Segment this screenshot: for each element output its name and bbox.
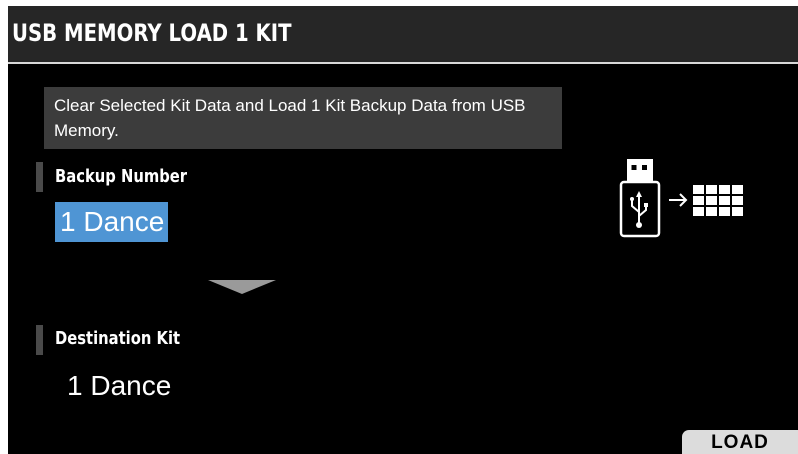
destination-kit-value[interactable]: 1 Dance: [67, 366, 171, 406]
destination-label-marker: [36, 325, 43, 355]
down-arrow-icon: [208, 280, 276, 294]
backup-number-value[interactable]: 1 Dance: [55, 202, 169, 242]
info-message: Clear Selected Kit Data and Load 1 Kit B…: [54, 96, 526, 140]
screen: USB MEMORY LOAD 1 KIT Clear Selected Kit…: [8, 6, 798, 454]
page-title: USB MEMORY LOAD 1 KIT: [12, 19, 292, 47]
backup-number-label: Backup Number: [55, 166, 188, 187]
usb-memory-icon: [619, 159, 661, 238]
info-box: Clear Selected Kit Data and Load 1 Kit B…: [44, 87, 562, 149]
destination-kit-label: Destination Kit: [55, 328, 181, 349]
usb-to-kit-diagram: [610, 154, 750, 243]
header-bar: USB MEMORY LOAD 1 KIT: [8, 6, 798, 64]
backup-label-marker: [36, 162, 43, 192]
right-arrow-icon: [669, 193, 688, 207]
load-button[interactable]: LOAD: [682, 430, 798, 454]
kit-pads-icon: [693, 185, 743, 216]
